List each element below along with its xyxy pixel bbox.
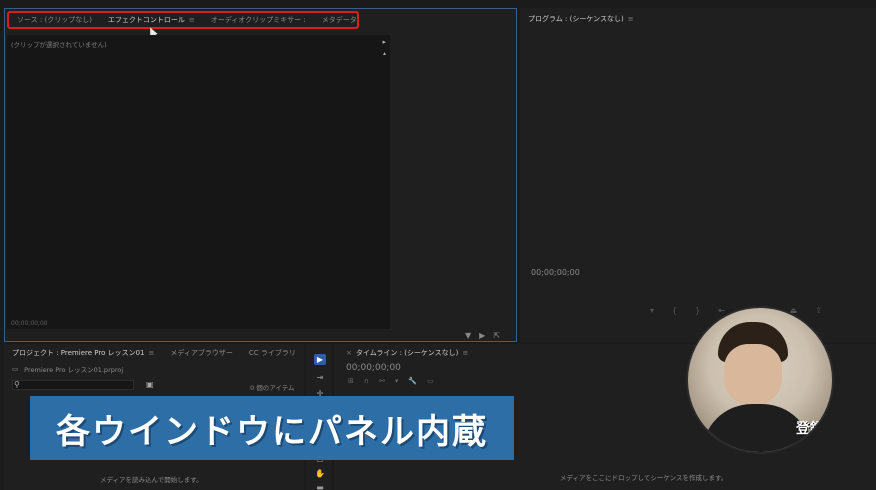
program-monitor-panel: プログラム : (シーケンスなし)≡ 00;00;00;00 ▾ { } ⇤ ◂…: [520, 8, 876, 342]
snap-icon[interactable]: ∩: [364, 377, 369, 385]
selection-tool-icon[interactable]: ▶: [314, 354, 326, 365]
wrench-icon[interactable]: 🔧: [408, 377, 417, 385]
folder-icon: ▭: [12, 365, 19, 373]
export-icon[interactable]: ⇱: [493, 331, 500, 340]
subscribe-label[interactable]: 登録: [796, 418, 824, 438]
captions-icon[interactable]: ▭: [427, 377, 434, 385]
tab-timeline-label: タイムライン : (シーケンスなし): [355, 349, 459, 357]
panel-menu-icon[interactable]: ≡: [462, 349, 468, 357]
tab-audio-clip-mixer[interactable]: オーディオクリップミキサー :: [203, 15, 314, 25]
tab-source[interactable]: ソース : (クリップなし): [9, 15, 100, 25]
tab-metadata-label: メタデータ: [321, 16, 357, 24]
drop-media-hint: メディアをここにドロップしてシーケンスを作成します。: [560, 474, 728, 482]
tab-media-browser[interactable]: メディアブラウザー: [162, 348, 241, 358]
hand-tool-icon[interactable]: ✋: [314, 468, 326, 479]
tab-audio-clip-mixer-label: オーディオクリップミキサー :: [210, 16, 306, 24]
nest-icon[interactable]: ⊞: [348, 377, 354, 385]
source-panel-tab-group: ソース : (クリップなし) エフェクトコントロール ≡ オーディオクリップミキサ…: [7, 11, 359, 29]
tab-cc-libraries[interactable]: CC ライブラリ: [241, 348, 304, 358]
tab-program[interactable]: プログラム : (シーケンスなし) ≡: [520, 14, 642, 24]
filter-icon[interactable]: ▼: [465, 331, 471, 340]
presenter-face: [724, 344, 782, 406]
tab-metadata[interactable]: メタデータ: [314, 15, 365, 25]
effect-controls-body: (クリップが選択されていません) ▸ ▴ 00;00;00;00: [7, 35, 390, 329]
add-marker-icon[interactable]: ▾: [395, 377, 399, 385]
project-file-name: Premiere Pro レッスン01.prproj: [24, 366, 124, 374]
tab-project-label: プロジェクト : Premiere Pro レッスン01: [12, 349, 145, 357]
mark-in-icon[interactable]: {: [672, 306, 677, 315]
project-file-row[interactable]: ▭ Premiere Pro レッスン01.prproj: [12, 364, 123, 374]
panel-menu-icon[interactable]: ≡: [189, 16, 195, 24]
project-search-input[interactable]: [12, 380, 134, 390]
tab-program-label: プログラム : (シーケンスなし): [528, 15, 624, 23]
timeline-toolbar: ⊞ ∩ ⚯ ▾ 🔧 ▭: [348, 377, 434, 385]
panel-menu-icon[interactable]: ≡: [149, 349, 155, 357]
caption-banner: 各ウインドウにパネル内蔵: [30, 396, 514, 460]
tab-effect-controls-label: エフェクトコントロール: [107, 16, 185, 24]
mark-out-icon[interactable]: }: [695, 306, 700, 315]
tab-media-browser-label: メディアブラウザー: [170, 349, 233, 357]
tab-project[interactable]: プロジェクト : Premiere Pro レッスン01 ≡: [4, 348, 162, 358]
close-icon[interactable]: ×: [346, 349, 352, 357]
project-tab-group: プロジェクト : Premiere Pro レッスン01 ≡ メディアブラウザー …: [4, 344, 324, 362]
expand-right-icon[interactable]: ▸: [382, 38, 386, 46]
track-select-tool-icon[interactable]: ⇥: [314, 372, 326, 383]
scroll-up-icon[interactable]: ▴: [383, 50, 386, 57]
tab-timeline[interactable]: × タイムライン : (シーケンスなし) ≡: [338, 348, 476, 358]
source-timecode: 00;00;00;00: [11, 320, 48, 327]
item-count: 0 個のアイテム: [250, 384, 295, 392]
timeline-timecode[interactable]: 00;00;00;00: [346, 363, 401, 373]
extract-icon[interactable]: ⇪: [815, 306, 822, 315]
bin-icon[interactable]: ▣: [146, 380, 154, 389]
go-to-in-icon[interactable]: ⇤: [718, 306, 725, 315]
program-tab-group: プログラム : (シーケンスなし) ≡: [520, 10, 642, 28]
tab-cc-libraries-label: CC ライブラリ: [248, 349, 296, 357]
play-only-icon[interactable]: ▶: [479, 331, 485, 340]
effect-controls-footer: ▼ ▶ ⇱: [465, 331, 500, 340]
zoom-tool-icon[interactable]: ▬: [314, 482, 326, 490]
caption-text: 各ウインドウにパネル内蔵: [56, 411, 488, 452]
add-marker-icon[interactable]: ▾: [650, 306, 654, 315]
search-icon: ⚲: [14, 380, 20, 389]
tab-source-label: ソース : (クリップなし): [17, 16, 92, 24]
timeline-tab-group: × タイムライン : (シーケンスなし) ≡: [338, 344, 476, 362]
import-media-hint: メディアを読み込んで開始します。: [100, 476, 203, 484]
no-clip-message: (クリップが選択されていません): [11, 41, 107, 49]
panel-menu-icon[interactable]: ≡: [628, 15, 634, 23]
tab-effect-controls[interactable]: エフェクトコントロール ≡: [100, 15, 203, 25]
effect-controls-panel: ソース : (クリップなし) エフェクトコントロール ≡ オーディオクリップミキサ…: [4, 8, 517, 342]
linked-selection-icon[interactable]: ⚯: [379, 377, 385, 385]
program-timecode: 00;00;00;00: [531, 268, 580, 277]
presenter-avatar: 登録: [686, 306, 834, 454]
